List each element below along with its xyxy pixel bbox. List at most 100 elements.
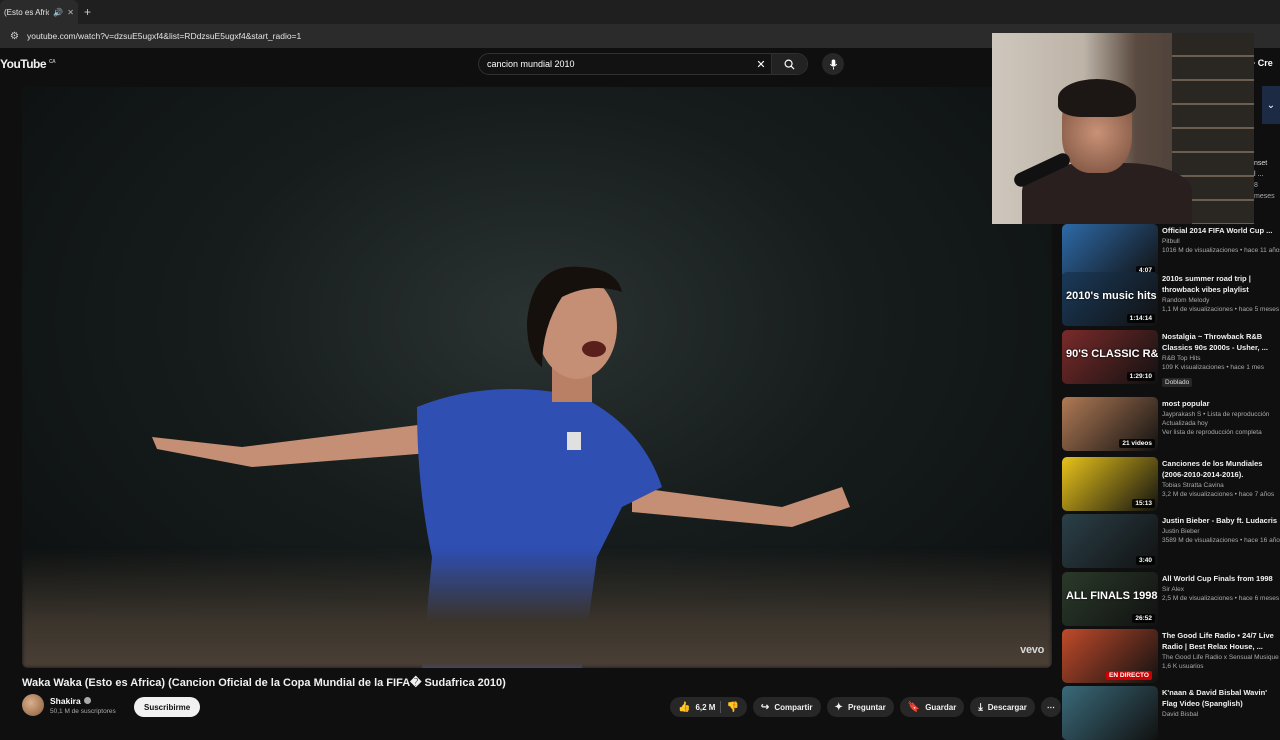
recommendation-item[interactable]: K'naan & David Bisbal Wavin' Flag Video … xyxy=(1062,686,1280,740)
recommendation-meta: The Good Life Radio • 24/7 Live Radio | … xyxy=(1162,629,1280,683)
recommendation-channel[interactable]: Pitbull xyxy=(1162,238,1280,245)
save-label: Guardar xyxy=(925,702,957,712)
recommendation-meta: Justin Bieber - Baby ft. Ludacris Justin … xyxy=(1162,514,1280,568)
recommendation-title: All World Cup Finals from 1998 xyxy=(1162,574,1273,583)
search-input[interactable]: cancion mundial 2010 xyxy=(487,59,751,69)
recommendation-meta: K'naan & David Bisbal Wavin' Flag Video … xyxy=(1162,686,1280,740)
microphone-icon xyxy=(829,58,837,70)
region-code: CA xyxy=(49,59,56,65)
chevron-down-icon: ⌄ xyxy=(1266,99,1276,111)
recommendation-item[interactable]: 4:07 Official 2014 FIFA World Cup ... Pitb… xyxy=(1062,224,1280,278)
recommendation-views: 1016 M de visualizaciones • hace 11 años xyxy=(1162,247,1280,254)
like-count[interactable]: 6,2 M xyxy=(695,703,715,712)
recommendation-channel[interactable]: Random Melody xyxy=(1162,297,1280,304)
channel-avatar[interactable] xyxy=(22,694,44,716)
recommendation-channel[interactable]: The Good Life Radio x Sensual Musique xyxy=(1162,654,1280,661)
live-badge: EN DIRECTO xyxy=(1106,671,1152,680)
recommendation-views: 109 K visualizaciones • hace 1 mes xyxy=(1162,364,1264,371)
youtube-logo[interactable]: YouTube CA xyxy=(0,57,56,71)
recommendation-views: 3,2 M de visualizaciones • hace 7 años xyxy=(1162,491,1275,498)
recommendation-title: Nostalgia ~ Throwback R&B Classics 90s 2… xyxy=(1162,332,1268,352)
video-title: Waka Waka (Esto es Africa) (Cancion Ofic… xyxy=(22,677,506,689)
dislike-icon[interactable]: 👎 xyxy=(726,702,738,713)
recommendation-item[interactable]: 15:13 Canciones de los Mundiales (2006-20… xyxy=(1062,457,1280,511)
dubbed-badge: Doblado xyxy=(1162,378,1193,387)
more-actions-button[interactable]: ⋯ xyxy=(1040,697,1061,717)
channel-name[interactable]: Shakira xyxy=(50,696,81,706)
recommendation-channel[interactable]: Justin Bieber xyxy=(1162,528,1280,535)
recommendation-views: 3589 M de visualizaciones • hace 16 años xyxy=(1162,537,1280,544)
close-tab-icon[interactable]: ✕ xyxy=(67,8,74,17)
recommendation-thumbnail[interactable]: 3:40 xyxy=(1062,514,1158,568)
video-player[interactable]: vevo xyxy=(22,87,1052,668)
new-tab-icon[interactable]: + xyxy=(84,5,91,19)
browser-tab[interactable]: (Esto es Africa) 🔊 ✕ xyxy=(0,0,78,24)
download-button[interactable]: ⤓ Descargar xyxy=(970,697,1035,717)
recommendation-channel[interactable]: David Bisbal xyxy=(1162,711,1280,718)
sparkle-icon: ✦ xyxy=(834,701,843,713)
share-icon: ↪ xyxy=(760,701,770,713)
recommendation-title: Canciones de los Mundiales (2006-2010-20… xyxy=(1162,459,1263,479)
recommendation-channel[interactable]: Sir Alex xyxy=(1162,586,1280,593)
url-text[interactable]: youtube.com/watch?v=dzsuE5ugxf4&list=RDd… xyxy=(27,31,301,41)
divider xyxy=(720,701,722,713)
recommendation-item[interactable]: 2010's music hits 1:14:14 2010s summer roa… xyxy=(1062,272,1280,326)
recommendation-thumbnail[interactable]: 90'S CLASSIC R&B 1:29:10 xyxy=(1062,330,1158,384)
recommendation-views: 1,6 K usuarios xyxy=(1162,663,1204,670)
video-actions: 👍 6,2 M 👎 ↪ Compartir ✦ Preguntar 🔖 Guardar… xyxy=(670,697,1061,717)
duration-badge: 1:29:10 xyxy=(1126,372,1155,381)
duration-badge: 1:14:14 xyxy=(1126,314,1155,323)
like-icon[interactable]: 👍 xyxy=(678,702,690,713)
duration-badge: 21 videos xyxy=(1119,439,1155,448)
recommendation-views: 1,1 M de visualizaciones • hace 5 meses xyxy=(1162,306,1280,313)
recommendation-meta: 2010s summer road trip | throwback vibes… xyxy=(1162,272,1280,326)
sidebar-expand-button[interactable]: ⌄ xyxy=(1262,86,1280,124)
thumbnail-text: 2010's music hits xyxy=(1066,290,1157,302)
recommendation-views: Actualizada hoy xyxy=(1162,420,1208,427)
site-settings-icon[interactable]: ⚙ xyxy=(10,31,19,42)
recommendation-item[interactable]: EN DIRECTO The Good Life Radio • 24/7 Liv… xyxy=(1062,629,1280,683)
search-icon xyxy=(784,59,795,70)
speaker-icon[interactable]: 🔊 xyxy=(53,8,63,17)
recommendation-title: most popular xyxy=(1162,399,1210,408)
recommendation-channel[interactable]: Jayprakash S • Lista de reproducción xyxy=(1162,411,1280,418)
download-icon: ⤓ xyxy=(978,701,983,713)
recommendation-thumbnail[interactable]: 21 videos xyxy=(1062,397,1158,451)
recommendation-channel[interactable]: Tobias Stratta Cavina xyxy=(1162,482,1280,489)
browser-tab-bar: (Esto es Africa) 🔊 ✕ + xyxy=(0,0,1280,24)
recommendation-meta: most popular Jayprakash S • Lista de repr… xyxy=(1162,397,1280,451)
share-button[interactable]: ↪ Compartir xyxy=(752,697,821,717)
ask-button[interactable]: ✦ Preguntar xyxy=(826,697,894,717)
recommendation-thumbnail[interactable]: 15:13 xyxy=(1062,457,1158,511)
clear-search-icon[interactable]: ✕ xyxy=(751,58,771,71)
channel-info: Shakira 50,1 M de suscriptores xyxy=(22,694,116,716)
recommendation-thumbnail[interactable]: EN DIRECTO xyxy=(1062,629,1158,683)
ask-label: Preguntar xyxy=(847,702,886,712)
subscribe-button[interactable]: Suscribirme xyxy=(134,697,201,717)
recommendation-channel[interactable]: R&B Top Hits xyxy=(1162,355,1280,362)
recommendation-extra: Ver lista de reproducción completa xyxy=(1162,429,1262,436)
recommendation-item[interactable]: 3:40 Justin Bieber - Baby ft. Ludacris Jus… xyxy=(1062,514,1280,568)
recommendation-title: K'naan & David Bisbal Wavin' Flag Video … xyxy=(1162,688,1267,708)
search-button[interactable] xyxy=(771,54,807,74)
recommendation-item[interactable]: 90'S CLASSIC R&B 1:29:10 Nostalgia ~ Throw… xyxy=(1062,330,1280,389)
recommendation-thumbnail[interactable]: ALL FINALS 1998-2022 26:52 xyxy=(1062,572,1158,626)
download-label: Descargar xyxy=(987,702,1027,712)
voice-search-button[interactable] xyxy=(822,53,844,75)
recommendation-title: 2010s summer road trip | throwback vibes… xyxy=(1162,274,1251,294)
save-button[interactable]: 🔖 Guardar xyxy=(899,697,965,717)
recommendation-item[interactable]: ALL FINALS 1998-2022 26:52 All World Cup F… xyxy=(1062,572,1280,626)
vevo-watermark: vevo xyxy=(1020,644,1044,656)
partial-time: 8 meses xyxy=(1254,182,1275,200)
recommendation-title: Official 2014 FIFA World Cup ... xyxy=(1162,226,1273,235)
recommendation-item[interactable]: 21 videos most popular Jayprakash S • List… xyxy=(1062,397,1280,451)
partial-recommendation[interactable]: nset l ... 8 meses xyxy=(1254,158,1280,202)
recommendation-thumbnail[interactable]: 2010's music hits 1:14:14 xyxy=(1062,272,1158,326)
duration-badge: 26:52 xyxy=(1132,614,1155,623)
webcam-overlay xyxy=(992,33,1254,224)
recommendation-thumbnail[interactable] xyxy=(1062,686,1158,740)
bookmark-icon: 🔖 xyxy=(907,701,921,713)
share-label: Compartir xyxy=(774,702,813,712)
recommendation-thumbnail[interactable]: 4:07 xyxy=(1062,224,1158,278)
search-box[interactable]: cancion mundial 2010 ✕ xyxy=(478,53,808,75)
